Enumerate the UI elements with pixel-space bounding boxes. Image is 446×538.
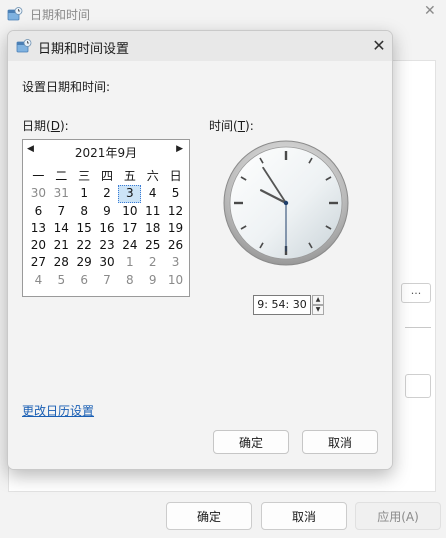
calendar-day[interactable]: 9 bbox=[96, 203, 119, 220]
calendar-day[interactable]: 4 bbox=[141, 185, 164, 202]
parent-panel-divider bbox=[405, 327, 431, 328]
dialog-heading: 设置日期和时间: bbox=[22, 80, 111, 94]
next-month-icon[interactable]: ▶ bbox=[176, 144, 183, 154]
calendar-day[interactable]: 25 bbox=[141, 237, 164, 254]
calendar-day[interactable]: 28 bbox=[50, 254, 73, 271]
parent-ok-button[interactable]: 确定 bbox=[166, 502, 252, 530]
calendar-day[interactable]: 14 bbox=[50, 220, 73, 237]
calendar-day[interactable]: 2 bbox=[96, 185, 119, 202]
calendar-day[interactable]: 8 bbox=[73, 203, 96, 220]
dialog-body: 设置日期和时间: 日期(D): 时间(T): ◀ 2021年9月 ▶ 一二三四五… bbox=[8, 61, 392, 469]
calendar-day[interactable]: 8 bbox=[118, 272, 141, 289]
calendar-day[interactable]: 3 bbox=[164, 254, 187, 271]
calendar-day[interactable]: 30 bbox=[96, 254, 119, 271]
calendar-day[interactable]: 1 bbox=[73, 185, 96, 202]
calendar-day[interactable]: 17 bbox=[118, 220, 141, 237]
calendar-day[interactable]: 31 bbox=[50, 185, 73, 202]
calendar-day[interactable]: 12 bbox=[164, 203, 187, 220]
calendar-day[interactable]: 19 bbox=[164, 220, 187, 237]
weekday-header: 一 bbox=[32, 169, 45, 183]
parent-titlebar: 日期和时间 ✕ bbox=[0, 0, 446, 28]
calendar-day[interactable]: 30 bbox=[27, 185, 50, 202]
parent-window-title: 日期和时间 bbox=[30, 8, 91, 22]
calendar-day[interactable]: 27 bbox=[27, 254, 50, 271]
weekday-header: 六 bbox=[146, 169, 159, 183]
calendar-day[interactable]: 21 bbox=[50, 237, 73, 254]
date-label: 日期(D): bbox=[22, 119, 69, 133]
calendar-grid: 一二三四五六日 30 31 1 2 3 4 5 6 7 8 9 10 11 12 13 14 15 16 17 18 19… bbox=[27, 168, 187, 289]
date-time-settings-dialog: 日期和时间设置 ✕ 设置日期和时间: 日期(D): 时间(T): ◀ 2021年… bbox=[7, 30, 393, 470]
ok-button[interactable]: 确定 bbox=[213, 430, 289, 454]
weekday-header: 三 bbox=[78, 169, 91, 183]
weekday-header: 二 bbox=[55, 169, 68, 183]
calendar-day[interactable]: 5 bbox=[50, 272, 73, 289]
calendar-day[interactable]: 5 bbox=[164, 185, 187, 202]
calendar-day[interactable]: 20 bbox=[27, 237, 50, 254]
calendar-month-title[interactable]: 2021年9月 bbox=[23, 144, 189, 161]
time-input[interactable]: 9: 54: 30 bbox=[253, 295, 311, 315]
calendar-day[interactable]: 2 bbox=[141, 254, 164, 271]
dialog-close-icon[interactable]: ✕ bbox=[368, 35, 390, 57]
calendar-day[interactable]: 29 bbox=[73, 254, 96, 271]
dialog-title: 日期和时间设置 bbox=[38, 42, 130, 57]
calendar-day[interactable]: 10 bbox=[164, 272, 187, 289]
calendar-day[interactable]: 10 bbox=[118, 203, 141, 220]
calendar-day[interactable]: 6 bbox=[73, 272, 96, 289]
time-decrement-button[interactable]: ▼ bbox=[312, 305, 324, 315]
calendar-day[interactable]: 9 bbox=[141, 272, 164, 289]
calendar-day[interactable]: 6 bbox=[27, 203, 50, 220]
calendar-day[interactable]: 23 bbox=[96, 237, 119, 254]
calendar-day[interactable]: 11 bbox=[141, 203, 164, 220]
weekday-header: 四 bbox=[100, 169, 113, 183]
parent-panel-field[interactable] bbox=[405, 374, 431, 398]
date-time-icon bbox=[7, 7, 23, 21]
calendar-day[interactable]: 3 bbox=[118, 185, 142, 203]
parent-apply-button: 应用(A) bbox=[355, 502, 441, 530]
date-time-icon bbox=[16, 39, 32, 53]
calendar-day[interactable]: 26 bbox=[164, 237, 187, 254]
calendar-day[interactable]: 22 bbox=[73, 237, 96, 254]
calendar-day[interactable]: 1 bbox=[118, 254, 141, 271]
calendar-day[interactable]: 4 bbox=[27, 272, 50, 289]
parent-panel-button[interactable]: ... bbox=[401, 283, 431, 303]
calendar-day[interactable]: 13 bbox=[27, 220, 50, 237]
calendar-day[interactable]: 7 bbox=[50, 203, 73, 220]
cancel-button[interactable]: 取消 bbox=[302, 430, 378, 454]
calendar-day[interactable]: 18 bbox=[141, 220, 164, 237]
parent-cancel-button[interactable]: 取消 bbox=[261, 502, 347, 530]
weekday-header: 日 bbox=[169, 169, 182, 183]
dialog-titlebar: 日期和时间设置 ✕ bbox=[8, 31, 392, 61]
analog-clock bbox=[223, 140, 349, 266]
calendar-day[interactable]: 15 bbox=[73, 220, 96, 237]
time-label: 时间(T): bbox=[209, 119, 254, 133]
change-calendar-settings-link[interactable]: 更改日历设置 bbox=[22, 402, 94, 419]
weekday-header: 五 bbox=[123, 169, 136, 183]
time-increment-button[interactable]: ▲ bbox=[312, 295, 324, 305]
calendar-day[interactable]: 7 bbox=[96, 272, 119, 289]
parent-close-icon[interactable]: ✕ bbox=[424, 3, 436, 19]
calendar-day[interactable]: 24 bbox=[118, 237, 141, 254]
calendar[interactable]: ◀ 2021年9月 ▶ 一二三四五六日 30 31 1 2 3 4 5 6 7 8 9 10 11 12 13… bbox=[22, 139, 190, 297]
calendar-day[interactable]: 16 bbox=[96, 220, 119, 237]
